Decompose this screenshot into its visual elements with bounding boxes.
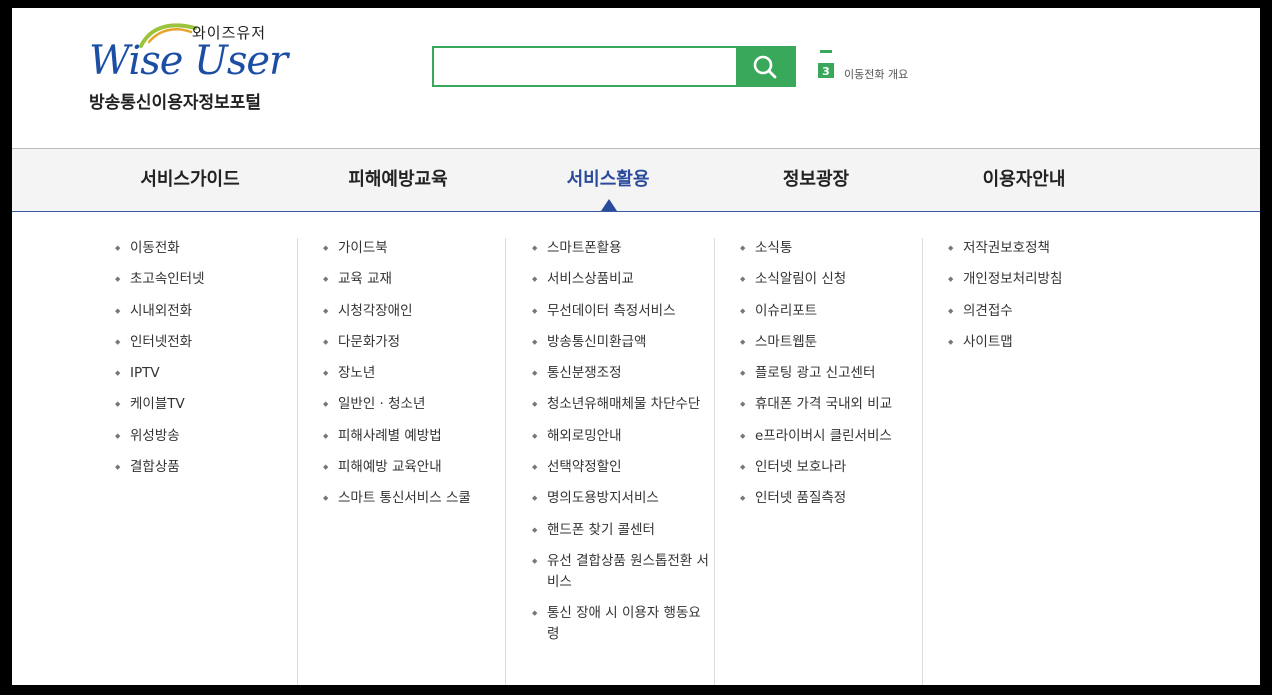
menu-column-user-guide: 저작권보호정책 개인정보처리방침 의견접수 사이트맵: [948, 238, 1128, 685]
site-logo[interactable]: 와이즈유저 Wise User 방송통신이용자정보포털: [87, 20, 288, 120]
search-input[interactable]: [434, 48, 736, 85]
menu-item[interactable]: 핸드폰 찾기 콜센터: [532, 520, 712, 541]
menu-item[interactable]: 시내외전화: [115, 301, 295, 322]
menu-item[interactable]: 통신 장애 시 이용자 행동요령: [532, 603, 712, 645]
menu-item[interactable]: 일반인 · 청소년: [323, 394, 508, 415]
menu-item[interactable]: 피해예방 교육안내: [323, 457, 508, 478]
menu-column-service-guide: 이동전화 초고속인터넷 시내외전화 인터넷전화 IPTV 케이블TV 위성방송 …: [115, 238, 295, 685]
news-ticker[interactable]: 3 이동전화 개요: [818, 48, 978, 88]
menu-item[interactable]: 가이드북: [323, 238, 508, 259]
nav-item-damage-prevention[interactable]: 피해예방교육: [298, 149, 498, 211]
menu-item[interactable]: 피해사례별 예방법: [323, 426, 508, 447]
menu-item[interactable]: 교육 교재: [323, 269, 508, 290]
nav-item-service-guide[interactable]: 서비스가이드: [90, 149, 290, 211]
menu-item[interactable]: 플로팅 광고 신고센터: [740, 363, 920, 384]
menu-item[interactable]: 인터넷 보호나라: [740, 457, 920, 478]
menu-item[interactable]: 소식알림이 신청: [740, 269, 920, 290]
search-button[interactable]: [736, 48, 794, 85]
menu-item[interactable]: 유선 결합상품 원스톱전환 서비스: [532, 551, 712, 593]
nav-item-user-guide[interactable]: 이용자안내: [924, 149, 1124, 211]
menu-item[interactable]: 스마트 통신서비스 스쿨: [323, 488, 508, 509]
menu-item[interactable]: 인터넷 품질측정: [740, 488, 920, 509]
ticker-text[interactable]: 이동전화 개요: [844, 66, 908, 82]
search-icon: [753, 55, 777, 78]
menu-item[interactable]: 다문화가정: [323, 332, 508, 353]
menu-column-info-plaza: 소식통 소식알림이 신청 이슈리포트 스마트웹툰 플로팅 광고 신고센터 휴대폰…: [740, 238, 920, 685]
menu-item[interactable]: 선택약정할인: [532, 457, 712, 478]
column-divider: [505, 238, 506, 685]
menu-item[interactable]: 케이블TV: [115, 394, 295, 415]
menu-column-damage-prevention: 가이드북 교육 교재 시청각장애인 다문화가정 장노년 일반인 · 청소년 피해…: [323, 238, 508, 685]
menu-item[interactable]: 사이트맵: [948, 332, 1128, 353]
search-box: [432, 46, 796, 87]
menu-item[interactable]: 장노년: [323, 363, 508, 384]
column-divider: [297, 238, 298, 685]
menu-item[interactable]: 위성방송: [115, 426, 295, 447]
menu-item[interactable]: 의견접수: [948, 301, 1128, 322]
window-frame: 와이즈유저 Wise User 방송통신이용자정보포털 3 이동전화 개요 서비…: [0, 0, 1272, 695]
rank-badge-icon: 3: [818, 50, 834, 78]
menu-item[interactable]: 시청각장애인: [323, 301, 508, 322]
menu-item[interactable]: 결합상품: [115, 457, 295, 478]
logo-english-text: Wise User: [89, 38, 288, 84]
menu-item[interactable]: IPTV: [115, 363, 295, 384]
menu-item[interactable]: 초고속인터넷: [115, 269, 295, 290]
menu-item[interactable]: e프라이버시 클린서비스: [740, 426, 920, 447]
menu-item[interactable]: 개인정보처리방침: [948, 269, 1128, 290]
menu-item[interactable]: 스마트웹툰: [740, 332, 920, 353]
header: 와이즈유저 Wise User 방송통신이용자정보포털 3 이동전화 개요: [12, 8, 1260, 148]
column-divider: [714, 238, 715, 685]
menu-column-service-usage: 스마트폰활용 서비스상품비교 무선데이터 측정서비스 방송통신미환급액 통신분쟁…: [532, 238, 712, 685]
menu-item[interactable]: 해외로밍안내: [532, 426, 712, 447]
menu-item[interactable]: 명의도용방지서비스: [532, 488, 712, 509]
menu-item[interactable]: 저작권보호정책: [948, 238, 1128, 259]
main-nav: 서비스가이드 피해예방교육 서비스활용 정보광장 이용자안내: [12, 148, 1260, 212]
nav-item-info-plaza[interactable]: 정보광장: [716, 149, 916, 211]
menu-item[interactable]: 통신분쟁조정: [532, 363, 712, 384]
menu-item[interactable]: 휴대폰 가격 국내외 비교: [740, 394, 920, 415]
menu-item[interactable]: 방송통신미환급액: [532, 332, 712, 353]
column-divider: [922, 238, 923, 685]
menu-item[interactable]: 소식통: [740, 238, 920, 259]
menu-item[interactable]: 스마트폰활용: [532, 238, 712, 259]
menu-item[interactable]: 서비스상품비교: [532, 269, 712, 290]
menu-item[interactable]: 이슈리포트: [740, 301, 920, 322]
page: 와이즈유저 Wise User 방송통신이용자정보포털 3 이동전화 개요 서비…: [12, 8, 1260, 685]
menu-item[interactable]: 인터넷전화: [115, 332, 295, 353]
menu-item[interactable]: 이동전화: [115, 238, 295, 259]
menu-item[interactable]: 무선데이터 측정서비스: [532, 301, 712, 322]
menu-item[interactable]: 청소년유해매체물 차단수단: [532, 394, 712, 415]
mega-menu: 이동전화 초고속인터넷 시내외전화 인터넷전화 IPTV 케이블TV 위성방송 …: [12, 212, 1260, 685]
logo-subtitle: 방송통신이용자정보포털: [89, 93, 262, 113]
svg-text:3: 3: [822, 65, 830, 78]
active-caret-icon: [601, 199, 617, 211]
